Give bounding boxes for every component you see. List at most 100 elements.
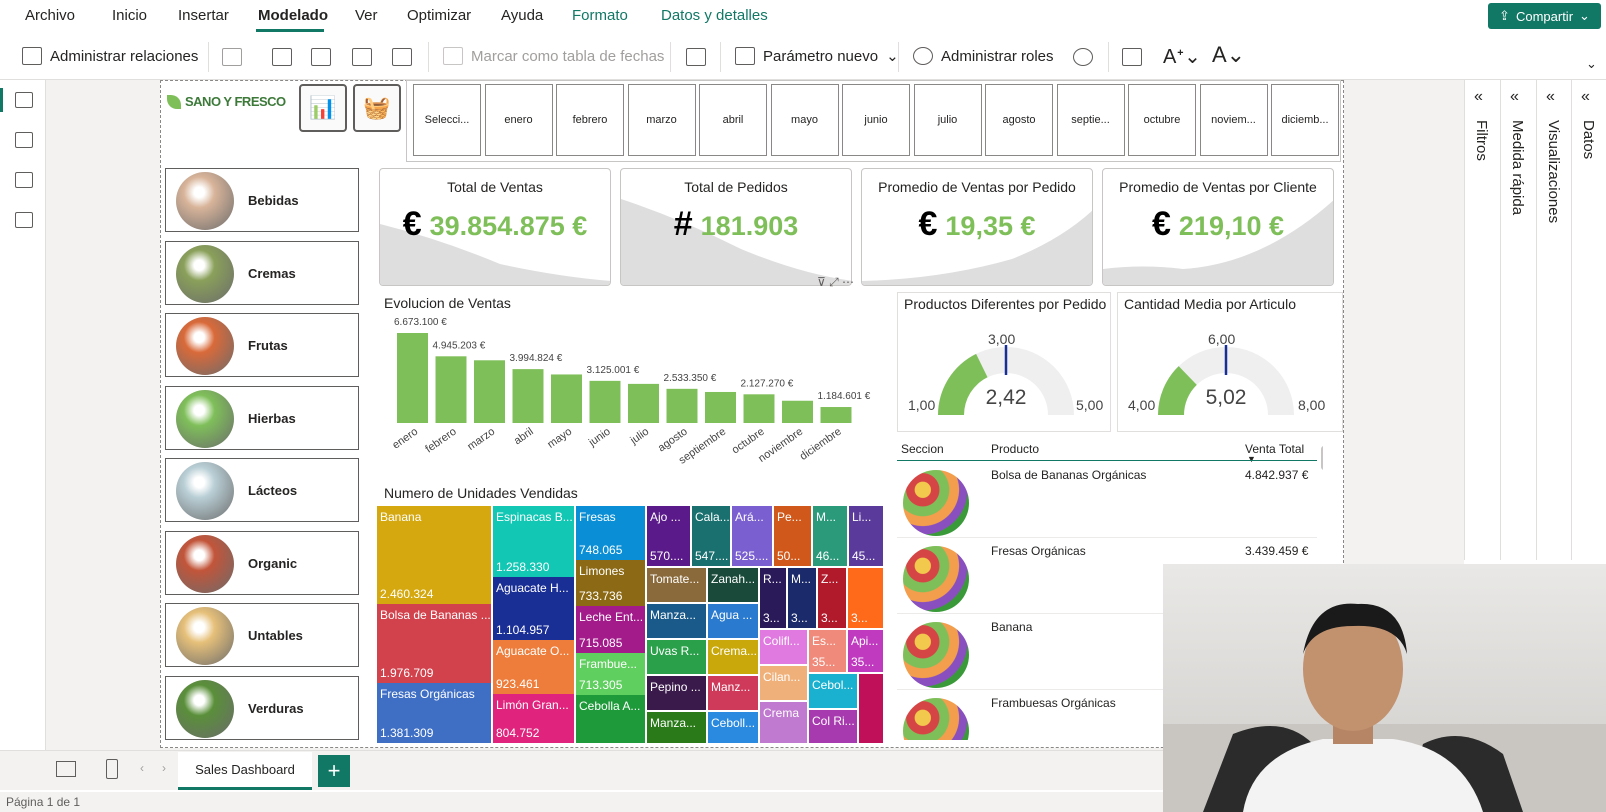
menu-modelado[interactable]: Modelado bbox=[258, 7, 328, 24]
page-tab-sales-dashboard[interactable]: Sales Dashboard bbox=[178, 752, 312, 790]
treemap-tile[interactable]: Cebol... bbox=[809, 674, 857, 708]
kpi-card[interactable]: Total de Ventas €39.854.875 € bbox=[379, 168, 611, 286]
new-parameter-button[interactable]: Parámetro nuevo ⌄ bbox=[735, 47, 899, 65]
share-button[interactable]: ⇪ Compartir ⌄ bbox=[1488, 3, 1601, 29]
manage-relations-button[interactable]: Administrar relaciones bbox=[22, 47, 198, 65]
kpi-card[interactable]: Promedio de Ventas por Pedido €19,35 € bbox=[861, 168, 1093, 286]
table-scrollbar[interactable] bbox=[1321, 446, 1323, 470]
bar[interactable] bbox=[551, 374, 582, 423]
expand-icon[interactable]: « bbox=[1474, 88, 1483, 106]
visual-header-icons[interactable]: ⊽ ⤢ ⋯ bbox=[817, 275, 854, 290]
treemap-tile[interactable]: Uvas R... bbox=[647, 640, 706, 674]
new-table-icon[interactable] bbox=[392, 48, 412, 66]
treemap-tile[interactable]: Tomate... bbox=[647, 568, 706, 602]
month-tile[interactable]: agosto bbox=[985, 84, 1053, 156]
treemap-tile[interactable]: Aguacate H... 1.104.957 bbox=[493, 577, 574, 640]
treemap-tile[interactable]: Manz... bbox=[708, 676, 758, 710]
treemap-tile[interactable]: M... 46... bbox=[813, 506, 847, 566]
treemap-tile[interactable]: Cala... 547.... bbox=[692, 506, 730, 566]
font-icon[interactable]: A⌄ bbox=[1212, 42, 1245, 68]
treemap-tile[interactable]: Fresas Orgánicas 1.381.309 bbox=[377, 683, 491, 743]
treemap-tile[interactable]: Limones 733.736 bbox=[576, 560, 645, 606]
mobile-layout-icon[interactable] bbox=[106, 759, 118, 779]
manage-roles-button[interactable]: Administrar roles bbox=[913, 47, 1054, 65]
treemap-tile[interactable]: Frambue... 713.305 bbox=[576, 653, 645, 695]
bar[interactable] bbox=[782, 400, 813, 423]
desktop-layout-icon[interactable] bbox=[56, 761, 76, 777]
menu-optimizar[interactable]: Optimizar bbox=[407, 7, 471, 24]
column-header-producto[interactable]: Producto bbox=[991, 442, 1039, 456]
add-page-button[interactable]: + bbox=[318, 755, 350, 787]
treemap-tile[interactable]: Espinacas B... 1.258.330 bbox=[493, 506, 574, 577]
category-button[interactable]: Bebidas bbox=[165, 168, 359, 232]
ribbon-collapse-icon[interactable]: ⌄ bbox=[1586, 56, 1597, 72]
bar[interactable] bbox=[474, 360, 505, 423]
month-tile[interactable]: marzo bbox=[627, 84, 696, 156]
category-button[interactable]: Frutas bbox=[165, 313, 359, 377]
treemap-tile[interactable]: Limón Gran... 804.752 bbox=[493, 694, 574, 743]
menu-insertar[interactable]: Insertar bbox=[178, 7, 229, 24]
treemap-tile[interactable]: Colifl... bbox=[760, 630, 807, 664]
mark-date-table-button[interactable]: Marcar como tabla de fechas bbox=[443, 47, 664, 65]
month-tile[interactable]: Selecci... bbox=[413, 84, 481, 156]
prev-page-icon[interactable]: ‹ bbox=[140, 761, 144, 775]
quick-measure-icon[interactable] bbox=[311, 48, 331, 66]
expand-icon[interactable]: « bbox=[1546, 88, 1555, 106]
treemap-tile[interactable]: Crema... bbox=[708, 640, 758, 674]
treemap-tile[interactable]: Cebolla A... bbox=[576, 695, 645, 743]
kpi-card[interactable]: Total de Pedidos #181.903 bbox=[620, 168, 852, 286]
bar[interactable] bbox=[512, 369, 544, 423]
category-button[interactable]: Lácteos bbox=[165, 458, 359, 522]
month-tile[interactable]: noviem... bbox=[1199, 84, 1268, 156]
font-size-icon[interactable]: Aᐩ⌄ bbox=[1163, 44, 1201, 69]
month-tile[interactable]: septie... bbox=[1056, 84, 1125, 156]
expand-icon[interactable]: « bbox=[1510, 88, 1519, 106]
category-button[interactable]: Hierbas bbox=[165, 385, 359, 450]
month-tile[interactable]: junio bbox=[842, 84, 910, 156]
month-tile[interactable]: octubre bbox=[1128, 84, 1196, 156]
treemap-tile[interactable]: Cilan... bbox=[760, 666, 807, 700]
treemap-tile[interactable]: Pepino ... bbox=[647, 676, 706, 710]
treemap-tile[interactable]: Es... 35... bbox=[809, 630, 846, 672]
view-as-icon[interactable] bbox=[1073, 48, 1093, 66]
treemap-tile[interactable]: Li... 45... bbox=[849, 506, 883, 566]
bar[interactable] bbox=[435, 356, 467, 423]
treemap-tile[interactable]: Zanah... bbox=[708, 568, 758, 602]
quick-measure-pane[interactable]: « Medida rápida bbox=[1500, 80, 1535, 560]
category-button[interactable]: Verduras bbox=[165, 675, 359, 740]
treemap-tile[interactable]: Ajo ... 570.... bbox=[647, 506, 690, 566]
new-measure-icon[interactable] bbox=[222, 48, 242, 66]
category-button[interactable]: Untables bbox=[165, 603, 359, 667]
sales-evolution-chart[interactable]: Evolucion de Ventas 6.673.100 € enero 4.94… bbox=[377, 275, 891, 478]
menu-archivo[interactable]: Archivo bbox=[25, 7, 75, 24]
treemap-tile[interactable]: Agua ... bbox=[708, 604, 758, 638]
new-column-icon[interactable] bbox=[352, 48, 372, 66]
bar[interactable] bbox=[666, 388, 698, 423]
treemap-tile[interactable]: Aguacate O... 923.461 bbox=[493, 640, 574, 694]
bar[interactable] bbox=[820, 407, 852, 423]
treemap-tile[interactable]: Bolsa de Bananas ... 1.976.709 bbox=[377, 604, 491, 683]
treemap-tile[interactable]: Leche Ent... 715.085 bbox=[576, 606, 645, 653]
bar[interactable] bbox=[743, 394, 775, 423]
treemap-tile[interactable]: M... 3... bbox=[788, 568, 816, 628]
category-button[interactable]: Cremas bbox=[165, 240, 359, 305]
next-page-icon[interactable]: › bbox=[162, 761, 166, 775]
month-tile[interactable]: julio bbox=[913, 84, 982, 156]
gauge-card[interactable]: Cantidad Media por Articulo 5,02 4,00 8,00 6… bbox=[1117, 292, 1343, 432]
bar[interactable] bbox=[589, 380, 621, 423]
gauge-card[interactable]: Productos Diferentes por Pedido 2,42 1,00 5… bbox=[897, 292, 1111, 432]
treemap-tile[interactable]: R... 3... bbox=[760, 568, 786, 628]
menu-ayuda[interactable]: Ayuda bbox=[501, 7, 543, 24]
calculator-icon[interactable] bbox=[272, 48, 292, 66]
bar[interactable] bbox=[628, 383, 659, 423]
visualizations-pane[interactable]: « Visualizaciones bbox=[1536, 80, 1571, 560]
treemap-tile[interactable]: Fresas 748.065 bbox=[576, 506, 645, 560]
filters-pane[interactable]: « Filtros bbox=[1464, 80, 1499, 560]
month-tile[interactable]: enero bbox=[484, 84, 553, 156]
expand-icon[interactable]: « bbox=[1581, 88, 1590, 106]
report-icon[interactable] bbox=[686, 48, 706, 66]
treemap-tile[interactable] bbox=[859, 674, 883, 743]
sales-overview-button[interactable]: 📊 bbox=[299, 84, 347, 132]
menu-formato[interactable]: Formato bbox=[572, 7, 628, 24]
dax-query-icon[interactable] bbox=[15, 212, 33, 228]
